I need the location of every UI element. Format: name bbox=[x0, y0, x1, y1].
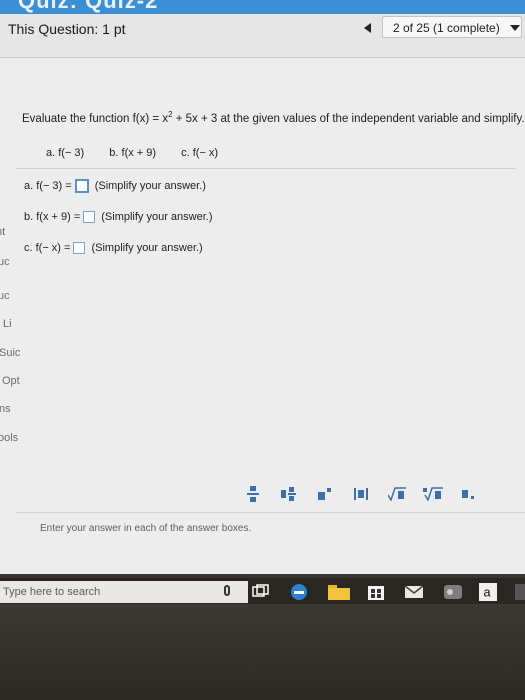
part-b: b. f(x + 9) bbox=[109, 147, 157, 159]
amazon-icon[interactable]: a bbox=[478, 583, 498, 601]
decimal-icon[interactable] bbox=[454, 487, 484, 504]
answer-label-b: b. f(x + 9) = bbox=[24, 211, 81, 223]
answer-box-b[interactable] bbox=[83, 211, 96, 223]
answer-hint-c: (Simplify your answer.) bbox=[91, 242, 203, 254]
taskbar-search-box[interactable]: Type here to search bbox=[0, 581, 248, 603]
mixed-number-icon[interactable] bbox=[274, 486, 304, 505]
nth-root-icon[interactable] bbox=[418, 486, 448, 504]
app-icon[interactable] bbox=[514, 583, 525, 601]
task-view-icon[interactable] bbox=[252, 583, 270, 601]
sidebar-fragment[interactable]: nt bbox=[0, 226, 5, 238]
prompt-prefix: Evaluate the function f(x) = x bbox=[22, 112, 169, 125]
answer-label-c: c. f(− x) = bbox=[24, 242, 71, 254]
file-explorer-icon[interactable] bbox=[328, 583, 350, 601]
fraction-icon[interactable] bbox=[238, 485, 268, 505]
sidebar-fragment[interactable]: ns bbox=[0, 403, 11, 415]
store-icon[interactable] bbox=[366, 583, 386, 601]
previous-question-arrow-icon[interactable] bbox=[364, 23, 371, 33]
part-c: c. f(− x) bbox=[181, 147, 219, 159]
paint-icon[interactable] bbox=[442, 583, 464, 601]
quiz-header: Quiz: Quiz-2 bbox=[0, 0, 525, 14]
sqrt-icon[interactable] bbox=[382, 486, 412, 504]
mail-icon[interactable] bbox=[404, 583, 424, 601]
answer-hint-a: (Simplify your answer.) bbox=[94, 180, 206, 192]
sidebar-fragment[interactable]: Suic bbox=[0, 347, 20, 359]
sidebar-fragment[interactable]: Opt bbox=[2, 375, 20, 387]
sidebar-fragment[interactable]: uc bbox=[0, 290, 10, 302]
prompt-suffix: + 5x + 3 at the given values of the inde… bbox=[172, 112, 525, 125]
sidebar-fragment[interactable]: uc bbox=[0, 256, 10, 268]
answer-row-b: b. f(x + 9) = (Simplify your answer.) bbox=[24, 211, 213, 223]
answer-hint-b: (Simplify your answer.) bbox=[101, 211, 213, 223]
question-prompt: Evaluate the function f(x) = x2 + 5x + 3… bbox=[22, 110, 525, 125]
answer-box-c[interactable] bbox=[73, 242, 86, 254]
question-points-label: This Question: 1 pt bbox=[8, 21, 126, 37]
divider bbox=[16, 168, 516, 169]
exponent-icon[interactable] bbox=[310, 487, 340, 504]
question-parts: a. f(− 3) b. f(x + 9) c. f(− x) bbox=[46, 147, 240, 159]
svg-text:a: a bbox=[484, 586, 491, 600]
quiz-title: Quiz: Quiz-2 bbox=[18, 0, 159, 13]
mic-icon[interactable] bbox=[224, 585, 230, 596]
math-toolbar bbox=[238, 484, 525, 506]
sidebar-fragment[interactable]: ools bbox=[0, 432, 18, 444]
status-message: Enter your answer in each of the answer … bbox=[40, 523, 252, 534]
divider bbox=[16, 512, 525, 513]
answer-row-a: a. f(− 3) = (Simplify your answer.) bbox=[24, 179, 206, 193]
answer-row-c: c. f(− x) = (Simplify your answer.) bbox=[24, 242, 203, 254]
answer-label-a: a. f(− 3) = bbox=[24, 180, 72, 192]
caret-down-icon[interactable] bbox=[510, 25, 520, 31]
desk-background bbox=[0, 604, 525, 700]
sidebar-fragment[interactable]: Li bbox=[3, 318, 12, 330]
absolute-value-icon[interactable] bbox=[346, 487, 376, 504]
edge-icon[interactable] bbox=[290, 583, 308, 601]
question-counter-dropdown[interactable]: 2 of 25 (1 complete) bbox=[382, 16, 522, 38]
part-a: a. f(− 3) bbox=[46, 147, 85, 159]
answer-box-a[interactable] bbox=[74, 179, 89, 193]
